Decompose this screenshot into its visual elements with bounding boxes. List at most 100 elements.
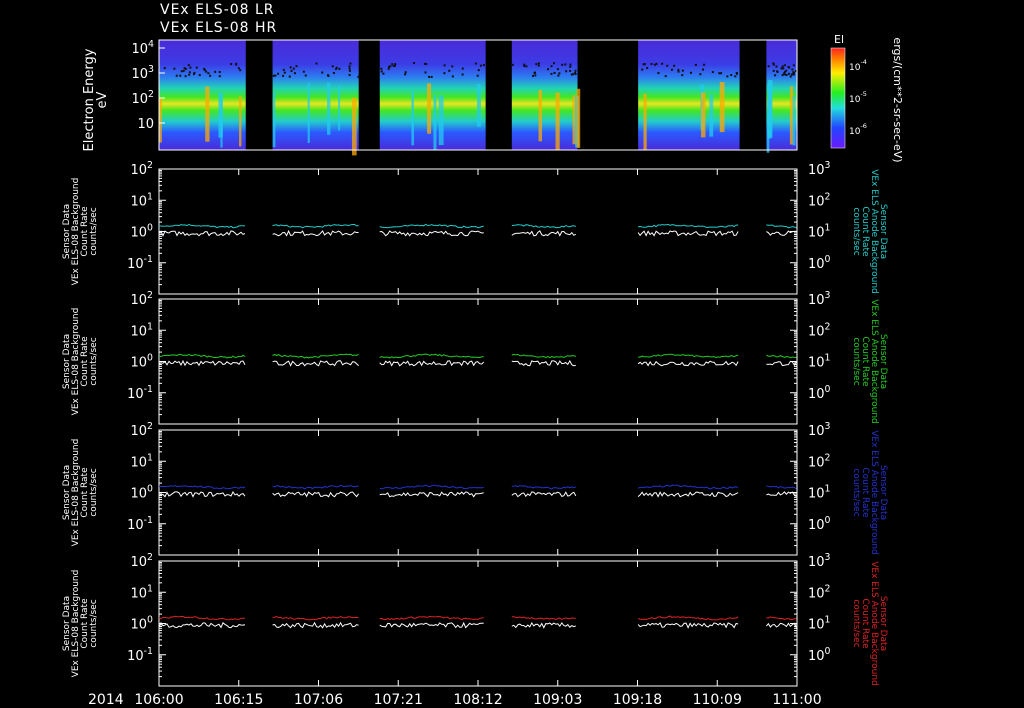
series-trace-white	[766, 360, 797, 367]
series-trace-blue	[272, 484, 359, 490]
spectrogram-speck	[574, 69, 577, 72]
spectrogram-speck	[274, 74, 277, 77]
spectrogram-speck	[207, 72, 210, 75]
right-axis-label: counts/sec	[851, 207, 861, 255]
series-trace-white	[379, 230, 484, 237]
spectrogram-speck	[701, 68, 704, 71]
spectrogram-speck	[295, 65, 298, 68]
spectrogram-speck	[783, 64, 786, 67]
left-tick-label: 100	[131, 353, 154, 371]
spectrogram-feature	[643, 93, 647, 150]
time-tick-label: 106:00	[134, 692, 183, 708]
spectrogram-speck	[289, 66, 292, 69]
line-panel-blue: 10210110010-1103102101100Sensor Data VEx …	[62, 421, 888, 556]
right-tick-label: 102	[808, 583, 831, 601]
colorbar-tick-label: 10-4	[849, 58, 867, 73]
spectrogram-speck	[218, 71, 221, 74]
line-panel-red: 10210110010-1103102101100Sensor Data VEx …	[62, 552, 888, 687]
left-tick-label: 10-1	[127, 254, 153, 272]
spectrogram-feature	[709, 94, 714, 137]
spectrogram-feature	[351, 97, 357, 156]
series-trace-green	[272, 353, 359, 359]
right-tick-label: 101	[808, 223, 831, 241]
spectrogram-speck	[535, 63, 538, 66]
series-trace-white	[379, 491, 484, 498]
spectrogram-speck	[787, 72, 790, 75]
plot-canvas: 10410310210Electron EnergyeVEl10-410-510…	[62, 33, 904, 708]
series-trace-white	[766, 491, 797, 497]
series-trace-green	[638, 353, 739, 359]
spectrogram-speck	[661, 62, 664, 65]
spectrogram-speck	[681, 74, 684, 77]
spectrogram-speck	[335, 67, 338, 70]
spectrogram-speck	[703, 63, 706, 66]
spectrogram-speck	[283, 71, 286, 74]
left-axis-label: counts/sec	[89, 207, 99, 255]
spectrogram-ytick-label: 102	[132, 89, 155, 107]
spectrogram-speck	[537, 64, 540, 67]
right-tick-label: 102	[808, 321, 831, 339]
series-trace-green	[511, 353, 576, 359]
spectrogram-speck	[203, 69, 206, 72]
spectrogram-speck	[182, 69, 185, 72]
time-tick-label: 106:15	[214, 692, 263, 708]
spectrogram-speck	[574, 71, 577, 74]
spectrogram-speck	[349, 62, 352, 65]
series-trace-white	[379, 621, 484, 629]
spectrogram-feature	[427, 83, 432, 134]
spectrogram-feature	[555, 92, 560, 151]
colorbar	[830, 47, 846, 149]
left-tick-label: 101	[131, 583, 154, 601]
spectrogram-feature	[477, 83, 481, 127]
line-panel-green: 10210110010-1103102101100Sensor Data VEx …	[62, 290, 888, 425]
right-axis-label: counts/sec	[851, 468, 861, 516]
series-trace-red	[379, 615, 484, 621]
spectrogram-feature	[307, 83, 310, 143]
spectrogram-feature	[272, 92, 276, 148]
spectrogram-speck	[184, 75, 187, 78]
spectrogram-speck	[775, 65, 778, 68]
right-tick-label: 103	[808, 421, 831, 439]
spectrogram-speck	[534, 74, 537, 77]
spectrogram-speck	[239, 69, 242, 72]
spectrogram-speck	[387, 67, 390, 70]
right-tick-label: 101	[808, 615, 831, 633]
spectrogram-speck	[477, 69, 480, 72]
spectrogram-speck	[730, 74, 733, 77]
spectrogram-speck	[448, 69, 451, 72]
left-tick-label: 102	[131, 421, 154, 439]
spectrogram-speck	[348, 65, 351, 68]
series-trace-red	[158, 615, 246, 621]
spectrogram-speck	[187, 64, 190, 67]
colorbar-tick-label: 10-5	[849, 90, 867, 105]
series-trace-red	[637, 615, 739, 621]
right-tick-label: 103	[808, 552, 831, 570]
spectrogram-speck	[443, 72, 446, 75]
series-trace-blue	[158, 484, 246, 490]
series-trace-white	[511, 359, 576, 367]
series-trace-blue	[766, 485, 797, 490]
spectrogram-speck	[650, 62, 653, 65]
series-trace-blue	[379, 484, 484, 490]
spectrogram-speck	[443, 64, 446, 67]
spectrogram-speck	[218, 75, 221, 78]
left-tick-label: 101	[131, 321, 154, 339]
colorbar-label: El	[834, 33, 844, 46]
spectrogram-speck	[641, 68, 644, 71]
left-tick-label: 10-1	[127, 646, 153, 664]
spectrogram-speck	[230, 63, 233, 66]
spectrogram-speck	[699, 73, 702, 76]
right-tick-label: 100	[808, 254, 831, 272]
spectrogram-speck	[792, 73, 795, 76]
spectrogram-feature	[719, 82, 725, 133]
right-tick-label: 103	[808, 160, 831, 178]
right-tick-label: 103	[808, 290, 831, 308]
spectrogram-speck	[198, 74, 201, 77]
spectrogram-speck	[569, 69, 572, 72]
spectrogram-speck	[282, 74, 285, 77]
series-trace-white	[158, 359, 246, 367]
spectrogram-speck	[424, 71, 427, 74]
series-trace-cyan	[766, 224, 797, 229]
series-trace-white	[637, 230, 739, 237]
spectrogram-speck	[430, 75, 433, 78]
